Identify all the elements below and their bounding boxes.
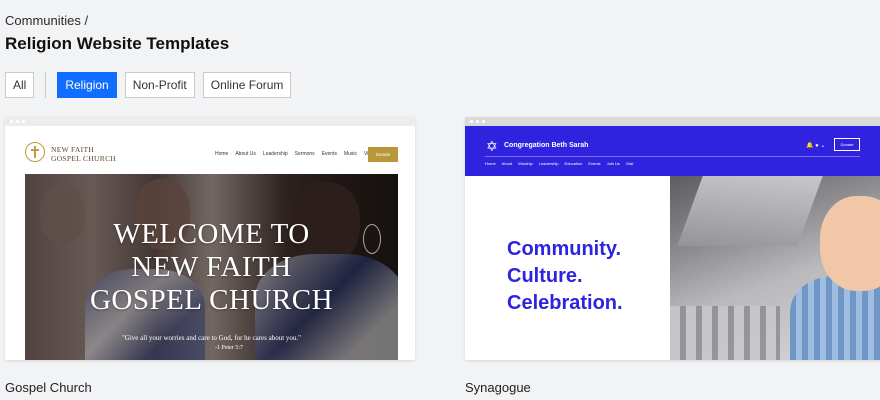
preview-nav-item: Home	[485, 161, 496, 166]
page-title: Religion Website Templates	[5, 34, 230, 53]
browser-bar	[5, 117, 415, 126]
preview-nav-item: Sermons	[294, 151, 315, 157]
filter-online-forum[interactable]: Online Forum	[202, 72, 292, 98]
window-dot-icon	[10, 120, 13, 123]
church-logo-text: NEW FAITH GOSPEL CHURCH	[51, 145, 117, 163]
preview-hero-title: WELCOME TO NEW FAITH GOSPEL CHURCH	[89, 218, 334, 316]
preview-nav-item: Visit	[625, 161, 634, 166]
breadcrumb[interactable]: Communities /	[5, 13, 88, 28]
church-logo-icon	[25, 142, 45, 162]
preview-user-icons: 🔔 ● ⌄	[806, 143, 826, 149]
preview-nav-item: Events	[321, 151, 337, 157]
preview-hero-panel: Community. Culture. Celebration.	[465, 176, 670, 360]
preview-nav-item: Events	[588, 161, 601, 166]
template-name-gospel-church[interactable]: Gospel Church	[5, 380, 92, 395]
template-card-synagogue[interactable]: ✡ Congregation Beth Sarah 🔔 ● ⌄ Donate H…	[465, 117, 880, 360]
preview-nav-item: Leadership	[538, 161, 559, 166]
preview-nav-item: About	[501, 161, 513, 166]
preview-hero-image	[670, 176, 880, 360]
preview-nav: Home About Us Leadership Sermons Events …	[215, 151, 380, 157]
filter-all[interactable]: All	[5, 72, 35, 98]
window-dot-icon	[482, 120, 485, 123]
filter-religion[interactable]: Religion	[57, 72, 117, 98]
preview-nav-item: About Us	[235, 151, 256, 157]
preview-nav-item: Worship	[518, 161, 533, 166]
preview-hero-cite: -1 Peter 5:7	[215, 345, 243, 351]
filter-non-profit[interactable]: Non-Profit	[124, 72, 195, 98]
preview-hero-quote: "Give all your worries and care to God, …	[121, 334, 302, 342]
preview-header: ✡ Congregation Beth Sarah 🔔 ● ⌄ Donate H…	[465, 126, 880, 176]
filter-divider	[45, 72, 47, 98]
preview-nav-item: Education	[564, 161, 583, 166]
preview-brand: Congregation Beth Sarah	[504, 142, 589, 149]
filter-bar: All Religion Non-Profit Online Forum	[5, 72, 299, 98]
template-card-gospel-church[interactable]: NEW FAITH GOSPEL CHURCH Home About Us Le…	[5, 117, 415, 360]
preview-nav-item: Music	[343, 151, 358, 157]
window-dot-icon	[470, 120, 473, 123]
window-dot-icon	[22, 120, 25, 123]
preview-hero-headline: Community. Culture. Celebration.	[507, 238, 623, 314]
preview-donate-button: Donate	[834, 138, 860, 151]
template-name-synagogue[interactable]: Synagogue	[465, 380, 531, 395]
preview-nav-item: Join Us	[606, 161, 620, 166]
star-of-david-icon: ✡	[486, 138, 498, 154]
preview-hero-image: WELCOME TO NEW FAITH GOSPEL CHURCH "Give…	[25, 174, 398, 360]
browser-bar	[465, 117, 880, 126]
preview-nav-item: Home	[215, 151, 229, 157]
preview-donate-button: Donate	[368, 147, 398, 162]
preview-nav: Home About Worship Leadership Education …	[485, 161, 639, 166]
preview-header: NEW FAITH GOSPEL CHURCH Home About Us Le…	[5, 126, 415, 174]
preview-nav-item: Leadership	[262, 151, 288, 157]
window-dot-icon	[16, 120, 19, 123]
window-dot-icon	[476, 120, 479, 123]
